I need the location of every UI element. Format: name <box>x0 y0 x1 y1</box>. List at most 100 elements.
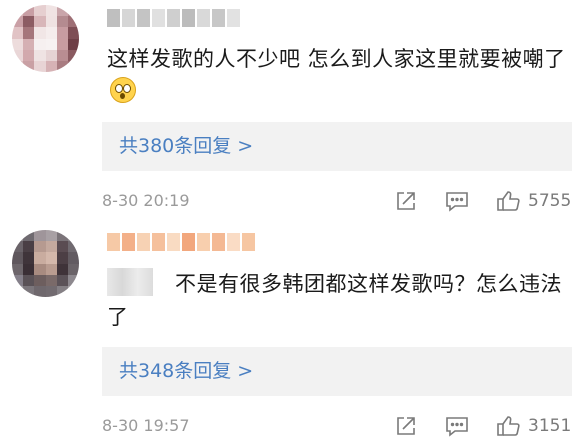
avatar-pixel <box>67 230 79 242</box>
username-pixel <box>212 233 225 251</box>
avatar-pixel <box>34 27 46 39</box>
avatar-pixel <box>34 263 46 275</box>
avatar-pixel <box>67 16 79 28</box>
avatar-pixel <box>23 38 35 50</box>
username[interactable] <box>107 9 240 27</box>
username-pixel <box>212 9 225 27</box>
comment-button[interactable] <box>444 413 470 439</box>
comment-text: 这样发歌的人不少吧 怎么到人家这里就要被嘲了 <box>107 43 567 109</box>
avatar-pixel <box>45 49 57 61</box>
avatar-pixel <box>34 252 46 264</box>
like-count: 5755 <box>528 191 572 211</box>
share-button[interactable] <box>394 188 418 214</box>
avatar-pixel <box>12 274 24 286</box>
username-pixel <box>242 233 255 251</box>
timestamp: 8-30 19:57 <box>102 416 190 435</box>
replies-label: 共380条回复 > <box>119 135 254 157</box>
comment-meta: 8-30 20:19 5755 <box>102 188 574 214</box>
avatar-pixel <box>56 252 68 264</box>
username-pixel <box>227 233 240 251</box>
avatar-pixel <box>45 241 57 253</box>
like-button[interactable]: 5755 <box>496 188 571 214</box>
avatar-pixel <box>12 230 24 242</box>
username-pixel <box>152 9 165 27</box>
avatar-pixel <box>67 252 79 264</box>
avatar-pixel <box>23 274 35 286</box>
avatar-pixel <box>12 16 24 28</box>
comment-meta: 8-30 19:57 3151 <box>102 413 574 439</box>
avatar-pixel <box>34 5 46 17</box>
avatar-pixel <box>67 263 79 275</box>
avatar-pixel <box>12 252 24 264</box>
avatar-pixel <box>56 38 68 50</box>
timestamp: 8-30 20:19 <box>102 191 190 210</box>
username-pixel <box>227 9 240 27</box>
avatar-pixel <box>34 38 46 50</box>
avatar-pixel <box>45 16 57 28</box>
like-icon <box>497 191 520 211</box>
quoted-username[interactable] <box>107 268 153 296</box>
comment-icon <box>446 192 468 212</box>
avatar-pixel <box>56 27 68 39</box>
avatar-pixel <box>67 285 79 297</box>
username-pixel <box>197 9 210 27</box>
username-pixel <box>107 233 120 251</box>
avatar-pixel <box>12 49 24 61</box>
avatar-pixel <box>45 230 57 242</box>
avatar-pixel <box>45 274 57 286</box>
username-pixel <box>167 233 180 251</box>
avatar-pixel <box>56 263 68 275</box>
avatar-pixel <box>12 285 24 297</box>
avatar-pixel <box>34 241 46 253</box>
comment-icon <box>446 417 468 437</box>
username-pixel <box>167 9 180 27</box>
username-pixel <box>197 233 210 251</box>
avatar-pixel <box>45 27 57 39</box>
avatar-pixel <box>23 49 35 61</box>
view-replies-button[interactable]: 共380条回复 > <box>102 122 572 171</box>
avatar-pixel <box>56 241 68 253</box>
share-icon <box>397 192 415 210</box>
avatar-pixel <box>67 27 79 39</box>
comment-text: 不是有很多韩团都这样发歌吗？怎么违法了 <box>107 268 567 334</box>
view-replies-button[interactable]: 共348条回复 > <box>102 347 572 396</box>
avatar-pixel <box>56 5 68 17</box>
username-pixel <box>137 233 150 251</box>
avatar-pixel <box>12 27 24 39</box>
comment-text-content: 这样发歌的人不少吧 怎么到人家这里就要被嘲了 <box>107 47 566 71</box>
username-pixel <box>137 9 150 27</box>
avatar-pixel <box>45 60 57 72</box>
avatar-pixel <box>34 230 46 242</box>
username-pixel <box>152 233 165 251</box>
avatar[interactable] <box>12 230 79 297</box>
astonished-emoji-icon <box>110 77 136 103</box>
avatar-pixel <box>23 60 35 72</box>
avatar-pixel <box>34 16 46 28</box>
avatar-pixel <box>56 49 68 61</box>
avatar-pixel <box>45 252 57 264</box>
avatar-pixel <box>67 274 79 286</box>
avatar-pixel <box>12 60 24 72</box>
avatar-pixel <box>45 38 57 50</box>
comment-button[interactable] <box>444 188 470 214</box>
like-icon <box>497 416 520 436</box>
avatar-pixel <box>12 263 24 275</box>
avatar-pixel <box>23 241 35 253</box>
avatar-pixel <box>23 263 35 275</box>
avatar-pixel <box>67 241 79 253</box>
username-pixel <box>122 9 135 27</box>
avatar[interactable] <box>12 5 79 72</box>
avatar-pixel <box>56 60 68 72</box>
avatar-pixel <box>23 230 35 242</box>
username[interactable] <box>107 233 255 251</box>
share-button[interactable] <box>394 413 418 439</box>
avatar-pixel <box>67 5 79 17</box>
avatar-pixel <box>12 241 24 253</box>
avatar-pixel <box>45 5 57 17</box>
avatar-pixel <box>67 60 79 72</box>
avatar-pixel <box>12 5 24 17</box>
username-pixel <box>182 9 195 27</box>
replies-label: 共348条回复 > <box>119 360 254 382</box>
like-button[interactable]: 3151 <box>496 413 571 439</box>
avatar-pixel <box>56 274 68 286</box>
